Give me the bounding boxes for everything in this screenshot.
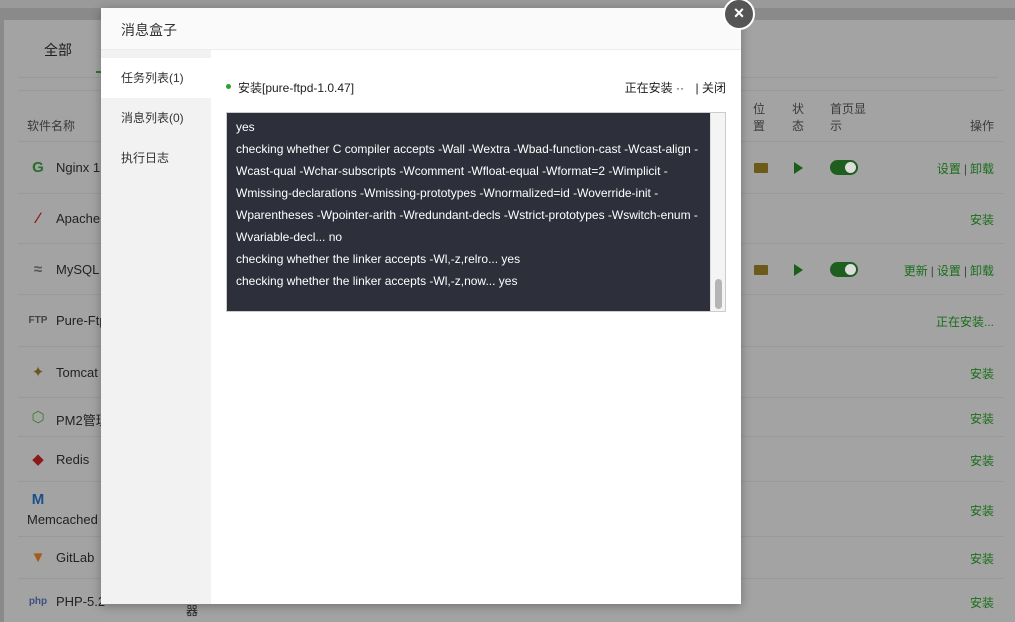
sidebar-item-task-list[interactable]: 任务列表(1) <box>101 58 211 98</box>
homepage-toggle[interactable] <box>830 262 858 277</box>
tab-all[interactable]: 全部 <box>44 40 72 60</box>
software-name: GitLab <box>56 550 95 565</box>
task-name: 安装[pure-ftpd-1.0.47] <box>238 81 355 95</box>
row-actions: 设置 | 卸载 <box>937 160 994 177</box>
console-line: checking whether the linker accepts -Wl,… <box>236 274 518 288</box>
gitlab-icon: ▼ <box>30 549 46 566</box>
console-line: yes <box>236 120 255 134</box>
action-link[interactable]: 安装 <box>970 412 994 426</box>
modal-title: 消息盒子 <box>121 22 177 38</box>
action-link[interactable]: 设置 <box>937 264 961 278</box>
install-console[interactable]: yes checking whether C compiler accepts -… <box>226 112 726 312</box>
header-actions: 操作 <box>969 119 994 133</box>
tomcat-icon: ✦ <box>31 364 45 381</box>
action-separator: | <box>963 264 967 278</box>
modal-sidebar: 任务列表(1) 消息列表(0) 执行日志 <box>101 50 211 604</box>
row-actions: 正在安装... <box>936 313 994 330</box>
action-link[interactable]: 安装 <box>970 454 994 468</box>
top-bar <box>0 0 1015 8</box>
sidebar-item-message-list[interactable]: 消息列表(0) <box>101 98 211 138</box>
action-link[interactable]: 更新 <box>904 264 928 278</box>
action-separator: | <box>930 264 934 278</box>
action-link[interactable]: 安装 <box>970 504 994 518</box>
header-status: 状 态 <box>792 102 805 133</box>
row-actions: 安装 <box>970 410 994 427</box>
action-link[interactable]: 安装 <box>970 552 994 566</box>
header-name: 软件名称 <box>27 119 76 133</box>
nodejs-icon: ⬡ <box>31 409 45 426</box>
play-icon[interactable] <box>794 264 803 276</box>
folder-icon[interactable] <box>754 163 768 173</box>
folder-icon[interactable] <box>754 265 768 275</box>
software-name: Tomcat <box>56 365 98 380</box>
play-icon[interactable] <box>794 162 803 174</box>
row-actions: 安装 <box>970 365 994 382</box>
header-location: 位 置 <box>753 102 766 133</box>
action-link[interactable]: 安装 <box>970 213 994 227</box>
row-actions: 更新 | 设置 | 卸载 <box>904 262 994 279</box>
action-link[interactable]: 卸载 <box>970 162 994 176</box>
row-actions: 安装 <box>970 502 994 519</box>
console-scrollbar[interactable] <box>710 113 725 311</box>
action-link[interactable]: 安装 <box>970 367 994 381</box>
homepage-toggle[interactable] <box>830 160 858 175</box>
task-status: 正在安装 ·· <box>624 81 684 95</box>
action-link[interactable]: 安装 <box>970 596 994 610</box>
software-name: Redis <box>56 452 90 467</box>
software-name: PHP-5.2 <box>56 594 106 609</box>
action-link[interactable]: 卸载 <box>970 264 994 278</box>
row-actions: 安装 <box>970 550 994 567</box>
software-name: Memcached <box>27 512 98 527</box>
sidebar-item-execution-log[interactable]: 执行日志 <box>101 138 211 178</box>
message-box-modal: 消息盒子 × 任务列表(1) 消息列表(0) 执行日志 安装[pure-ftpd… <box>101 0 755 604</box>
status-dot-icon <box>226 84 231 89</box>
header-homepage: 首页显 示 <box>830 102 867 133</box>
row-actions: 安装 <box>970 452 994 469</box>
console-output: yes checking whether C compiler accepts -… <box>236 116 706 292</box>
action-link[interactable]: 设置 <box>937 162 961 176</box>
row-actions: 安装 <box>970 594 994 611</box>
memcached-icon: M <box>31 491 45 508</box>
action-link[interactable]: 正在安装... <box>936 315 994 329</box>
nginx-icon: G <box>32 159 44 176</box>
php-icon: php <box>28 596 48 607</box>
scrollbar-thumb[interactable] <box>715 279 722 309</box>
redis-icon: ◆ <box>32 451 44 468</box>
modal-header: 消息盒子 <box>101 8 741 50</box>
software-name: MySQL <box>56 262 100 277</box>
task-close-link[interactable]: | 关闭 <box>696 79 726 96</box>
background-text-fragment: 器 <box>186 604 199 618</box>
ftp-icon: FTP <box>28 315 48 326</box>
action-separator: | <box>963 162 967 176</box>
console-line: checking whether C compiler accepts -Wal… <box>236 142 699 244</box>
software-name: Pure-Ftp <box>56 313 107 328</box>
console-line: checking whether the linker accepts -Wl,… <box>236 252 521 266</box>
mysql-dolphin-icon: ≈ <box>33 261 43 278</box>
software-name: Apache <box>56 211 101 226</box>
apache-feather-icon: ∕ <box>36 210 40 227</box>
task-item: 安装[pure-ftpd-1.0.47] 正在安装 ·· | 关闭 <box>226 78 726 98</box>
row-actions: 安装 <box>970 211 994 228</box>
